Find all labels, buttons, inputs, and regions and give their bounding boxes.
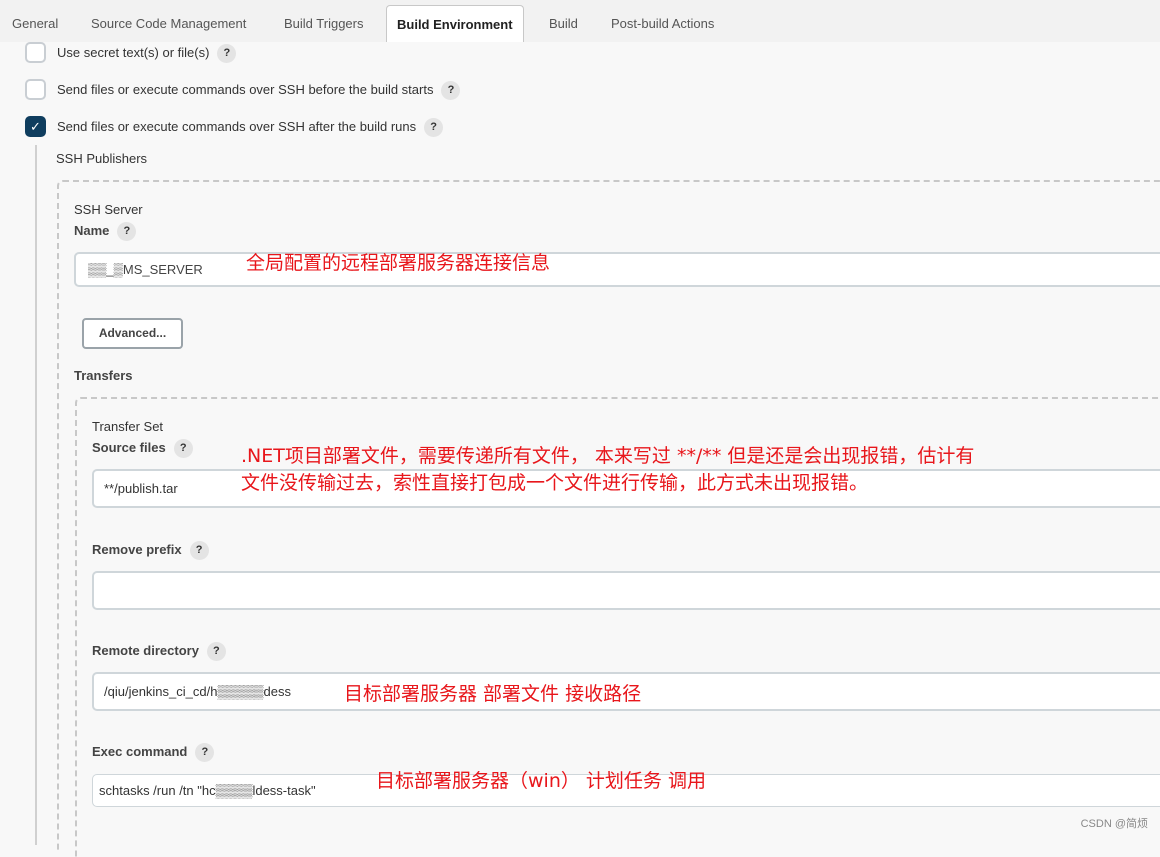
ssh-publishers-label: SSH Publishers — [56, 151, 148, 166]
remove-prefix-input[interactable] — [92, 571, 1160, 610]
advanced-button[interactable]: Advanced... — [82, 318, 183, 349]
remove-prefix-label-text: Remove prefix — [92, 541, 182, 557]
help-icon[interactable]: ? — [217, 44, 237, 63]
annotation-remote: 目标部署服务器 部署文件 接收路径 — [344, 683, 642, 705]
help-icon[interactable]: ? — [117, 222, 137, 241]
tab-build[interactable]: Build — [549, 5, 578, 42]
tab-build-environment[interactable]: Build Environment — [386, 5, 524, 42]
tab-bar: General Source Code Management Build Tri… — [0, 0, 1160, 42]
name-label-text: Name — [74, 222, 110, 238]
tab-post-build-actions[interactable]: Post-build Actions — [611, 5, 714, 42]
annotation-server: 全局配置的远程部署服务器连接信息 — [246, 252, 551, 274]
transfer-set-title: Transfer Set — [92, 419, 164, 434]
server-name-input[interactable]: ▒▒_▒MS_SERVER — [74, 252, 1160, 287]
help-icon[interactable]: ? — [206, 642, 226, 661]
annotation-exec: 目标部署服务器（win） 计划任务 调用 — [376, 770, 706, 792]
annotation-source-line2: 文件没传输过去，索性直接打包成一个文件进行传输，此方式未出现报错。 — [241, 472, 869, 494]
exec-command-label-text: Exec command — [92, 743, 188, 759]
name-label: Name? — [74, 222, 137, 241]
remote-directory-label-text: Remote directory — [92, 642, 199, 658]
watermark: CSDN @简烦 — [1080, 818, 1148, 830]
secret-option: Use secret text(s) or file(s)? — [57, 44, 237, 63]
annotation-source-line1: .NET项目部署文件，需要传递所有文件， 本来写过 **/** 但是还是会出现报… — [241, 445, 975, 467]
ssh-before-checkbox[interactable] — [25, 79, 46, 100]
ssh-server-title: SSH Server — [74, 202, 143, 217]
check-icon: ✓ — [30, 119, 41, 134]
ssh-after-option: Send files or execute commands over SSH … — [57, 118, 444, 137]
transfers-label: Transfers — [74, 368, 133, 383]
ssh-after-checkbox[interactable]: ✓ — [25, 116, 46, 137]
help-icon[interactable]: ? — [424, 118, 444, 137]
tab-build-triggers[interactable]: Build Triggers — [284, 5, 363, 42]
ssh-after-label: Send files or execute commands over SSH … — [57, 118, 417, 134]
remove-prefix-label: Remove prefix? — [92, 541, 209, 560]
tab-general[interactable]: General — [12, 5, 58, 42]
source-files-label-text: Source files — [92, 439, 166, 455]
secret-checkbox[interactable] — [25, 42, 46, 63]
tab-source-code-management[interactable]: Source Code Management — [91, 5, 246, 42]
secret-label: Use secret text(s) or file(s) — [57, 44, 210, 60]
ssh-before-label: Send files or execute commands over SSH … — [57, 81, 434, 97]
help-icon[interactable]: ? — [173, 439, 193, 458]
section-indent-line — [35, 145, 37, 845]
help-icon[interactable]: ? — [441, 81, 461, 100]
remote-directory-label: Remote directory? — [92, 642, 226, 661]
help-icon[interactable]: ? — [195, 743, 215, 762]
ssh-before-option: Send files or execute commands over SSH … — [57, 81, 461, 100]
source-files-label: Source files? — [92, 439, 193, 458]
exec-command-label: Exec command? — [92, 743, 215, 762]
help-icon[interactable]: ? — [189, 541, 209, 560]
